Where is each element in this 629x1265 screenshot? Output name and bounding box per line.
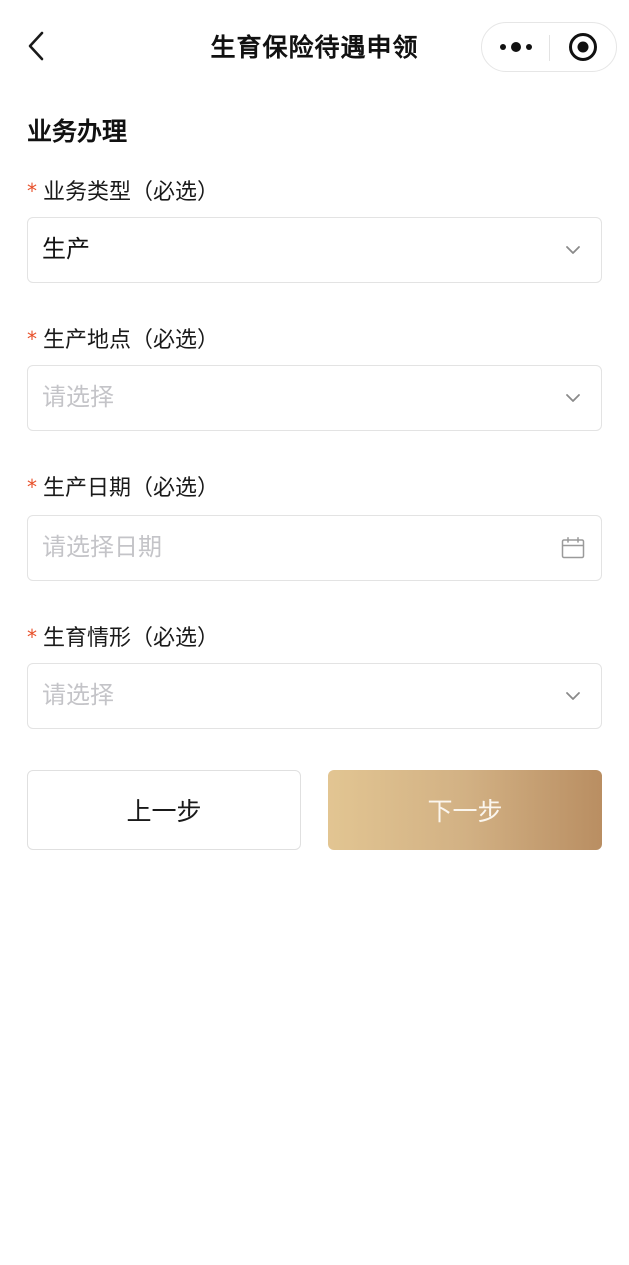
- next-step-button[interactable]: 下一步: [328, 770, 602, 850]
- required-mark: *: [27, 179, 37, 203]
- more-dots-icon: [499, 42, 532, 52]
- section-title: 业务办理: [27, 117, 128, 146]
- mini-program-capsule: [481, 22, 617, 72]
- business-type-label: * 业务类型（必选）: [27, 174, 219, 206]
- business-type-select[interactable]: 生产: [27, 217, 602, 283]
- chevron-down-icon: [559, 218, 587, 281]
- business-type-value: 生产: [42, 235, 90, 263]
- navbar: 生育保险待遇申领: [0, 0, 629, 94]
- more-button[interactable]: [482, 23, 549, 71]
- calendar-icon: [559, 516, 587, 579]
- birth-situation-placeholder: 请选择: [42, 681, 114, 709]
- field-label-text: 业务类型（必选）: [43, 180, 220, 205]
- close-button[interactable]: [550, 23, 616, 71]
- required-mark: *: [27, 625, 37, 649]
- birth-situation-label: * 生育情形（必选）: [27, 620, 219, 652]
- birth-place-select[interactable]: 请选择: [27, 365, 602, 431]
- field-label-text: 生育情形（必选）: [43, 626, 220, 651]
- birth-situation-select[interactable]: 请选择: [27, 663, 602, 729]
- target-close-icon: [569, 33, 597, 61]
- birth-date-placeholder: 请选择日期: [42, 533, 162, 561]
- required-mark: *: [27, 327, 37, 351]
- birth-place-label: * 生产地点（必选）: [27, 322, 219, 354]
- field-label-text: 生产日期（必选）: [43, 476, 220, 501]
- field-label-text: 生产地点（必选）: [43, 328, 220, 353]
- required-mark: *: [27, 475, 37, 499]
- birth-place-placeholder: 请选择: [42, 383, 114, 411]
- previous-step-button[interactable]: 上一步: [27, 770, 301, 850]
- chevron-down-icon: [559, 366, 587, 429]
- birth-date-label: * 生产日期（必选）: [27, 470, 219, 502]
- birth-date-picker[interactable]: 请选择日期: [27, 515, 602, 581]
- chevron-down-icon: [559, 664, 587, 727]
